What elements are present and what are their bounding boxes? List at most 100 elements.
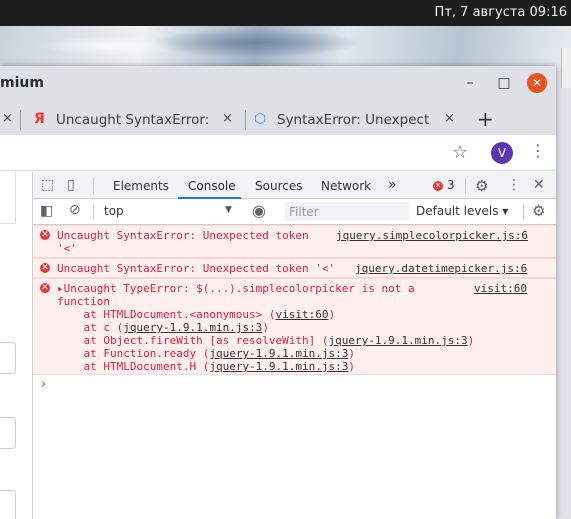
divider [465, 178, 466, 194]
clear-console-icon[interactable]: ⊘ [69, 202, 81, 218]
system-top-bar: Пт, 7 августа 09:16 [0, 0, 571, 27]
console-filter-bar: ◧ ⊘ top ▼ ◉ Default levels ▾ ⚙ [33, 199, 556, 225]
error-icon: ✕ [40, 283, 50, 293]
stack-frame-link[interactable]: jquery-1.9.1.min.js:3 [123, 321, 262, 334]
tab-separator [245, 110, 246, 130]
stack-frame-link[interactable]: jquery-1.9.1.min.js:3 [209, 347, 348, 360]
stack-frame-text: ) [348, 360, 356, 373]
stack-frame: at Object.fireWith [as resolveWith] (jqu… [57, 334, 474, 347]
bookmark-star-icon[interactable]: ☆ [452, 142, 468, 163]
yandex-icon: Я [34, 111, 45, 127]
stack-frame-text: at HTMLDocument.<anonymous> ( [57, 308, 276, 321]
background-window[interactable] [561, 48, 571, 88]
tab-title: SyntaxError: Unexpect [277, 112, 430, 128]
console-error-message[interactable]: ✕ ▸Uncaught TypeError: $(...).simplecolo… [33, 278, 556, 375]
stack-frame: at HTMLDocument.H (jquery-1.9.1.min.js:3… [57, 360, 355, 373]
wallpaper-shape [40, 36, 180, 56]
minimize-button[interactable]: – [460, 73, 480, 93]
tab-network[interactable]: Network [321, 179, 371, 193]
context-select[interactable]: top [104, 204, 124, 218]
device-toolbar-icon[interactable]: ▯ [67, 177, 75, 193]
new-tab-button[interactable]: + [477, 107, 494, 131]
page-input-field[interactable] [0, 490, 16, 519]
divider [93, 178, 94, 194]
dropdown-arrow-icon[interactable]: ▼ [225, 205, 232, 215]
tab-syntaxerror-unexpected[interactable]: ⬡ SyntaxError: Unexpect × [251, 105, 466, 135]
tab-sources[interactable]: Sources [255, 179, 302, 193]
profile-avatar[interactable]: V [491, 142, 513, 164]
close-devtools-icon[interactable]: ✕ [533, 177, 545, 193]
more-menu-icon[interactable]: ⋮ [530, 141, 546, 160]
system-clock[interactable]: Пт, 7 августа 09:16 [435, 5, 567, 20]
sidebar-toggle-icon[interactable]: ◧ [40, 203, 53, 219]
error-text: '<' [57, 242, 77, 255]
devtools-panel: ⬚ ▯ Elements Console Sources Network » ✕… [33, 172, 556, 519]
maximize-button[interactable]: □ [494, 73, 514, 93]
live-expression-eye-icon[interactable]: ◉ [252, 201, 266, 220]
settings-gear-icon[interactable]: ⚙ [475, 177, 488, 195]
error-count-badge[interactable]: ✕ 3 [433, 178, 455, 192]
stack-frame-link[interactable]: visit:60 [276, 308, 329, 321]
page-panel [0, 172, 16, 224]
browser-window: mium – □ ✕ × Я Uncaught SyntaxError: × ⬡… [0, 66, 556, 519]
stack-frame: at Function.ready (jquery-1.9.1.min.js:3… [57, 347, 355, 360]
error-text: Uncaught SyntaxError: Unexpected token '… [57, 262, 336, 275]
page-input-field[interactable] [0, 417, 16, 449]
stack-frame: at c (jquery-1.9.1.min.js:3) [57, 321, 269, 334]
page-content [0, 172, 33, 519]
error-text: function [57, 295, 110, 308]
source-link[interactable]: jquery.simplecolorpicker.js:6 [336, 229, 528, 242]
console-error-message: ✕ Uncaught SyntaxError: Unexpected token… [33, 225, 556, 258]
stack-frame-text: at Function.ready ( [57, 347, 210, 360]
console-prompt-icon: › [41, 377, 47, 392]
stack-frame-link[interactable]: jquery-1.9.1.min.js:3 [209, 360, 348, 373]
error-text: ▸Uncaught TypeError: $(...).simplecolorp… [57, 282, 415, 295]
tab-close-icon[interactable]: × [222, 111, 233, 126]
console-error-message: ✕ Uncaught SyntaxError: Unexpected token… [33, 258, 556, 278]
console-prompt-row[interactable]: › [33, 375, 556, 399]
tab-close-icon[interactable]: × [2, 111, 13, 126]
console-settings-gear-icon[interactable]: ⚙ [532, 202, 545, 220]
divider [93, 204, 94, 220]
log-levels-dropdown[interactable]: Default levels ▾ [416, 204, 508, 218]
tab-console[interactable]: Console [188, 179, 236, 193]
tab-previous[interactable]: × [0, 105, 18, 135]
tab-separator [20, 110, 21, 130]
tab-strip: × Я Uncaught SyntaxError: × ⬡ SyntaxErro… [0, 100, 556, 135]
stack-frame-text: ) [467, 334, 475, 347]
tab-close-icon[interactable]: × [444, 111, 455, 126]
devtools-tab-bar: ⬚ ▯ Elements Console Sources Network » ✕… [33, 172, 556, 199]
devtools-menu-icon[interactable]: ⋮ [507, 177, 521, 193]
browser-toolbar: ☆ V ⋮ [0, 135, 556, 171]
title-bar[interactable]: mium – □ ✕ [0, 66, 556, 100]
close-window-button[interactable]: ✕ [527, 73, 547, 93]
stack-frame-text: at Object.fireWith [as resolveWith] ( [57, 334, 329, 347]
divider [523, 204, 524, 220]
puzzle-icon: ⬡ [254, 111, 267, 127]
inspect-element-icon[interactable]: ⬚ [41, 177, 54, 193]
stack-frame-text: ) [262, 321, 269, 334]
error-count: 3 [447, 178, 455, 192]
desktop-wallpaper [0, 26, 571, 71]
more-tabs-button[interactable]: » [388, 177, 397, 193]
stack-frame-text: ) [348, 347, 356, 360]
wallpaper-shape [150, 28, 360, 58]
source-link[interactable]: jquery.datetimepicker.js:6 [355, 262, 527, 275]
tab-title: Uncaught SyntaxError: [56, 112, 210, 128]
error-text: Uncaught SyntaxError: Unexpected token [57, 229, 309, 242]
error-icon: ✕ [433, 181, 443, 191]
tab-elements[interactable]: Elements [113, 179, 169, 193]
stack-frame-link[interactable]: jquery-1.9.1.min.js:3 [329, 334, 468, 347]
source-link[interactable]: visit:60 [474, 282, 527, 295]
tab-uncaught-syntaxerror[interactable]: Я Uncaught SyntaxError: × [26, 105, 244, 135]
page-input-field[interactable] [0, 342, 16, 374]
stack-frame-text: ) [328, 308, 336, 321]
filter-input[interactable] [285, 202, 409, 221]
stack-frame-text: at c ( [57, 321, 124, 334]
error-icon: ✕ [40, 263, 50, 273]
stack-frame: at HTMLDocument.<anonymous> (visit:60) [57, 308, 335, 321]
error-icon: ✕ [40, 230, 50, 240]
console-output: ✕ Uncaught SyntaxError: Unexpected token… [33, 225, 556, 399]
window-title: mium [0, 75, 44, 91]
stack-frame-text: at HTMLDocument.H ( [57, 360, 210, 373]
